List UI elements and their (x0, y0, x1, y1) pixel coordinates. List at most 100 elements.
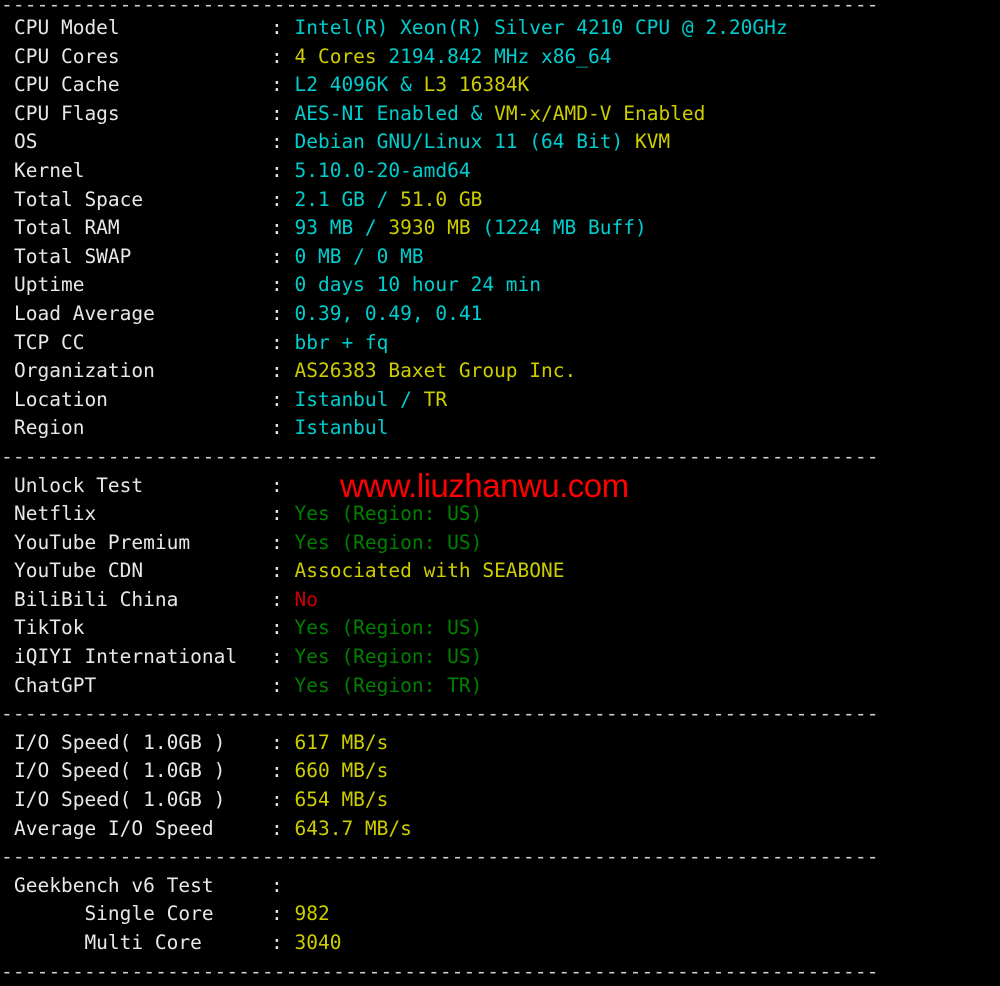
separator-after-unlock-test: ----------------------------------------… (0, 700, 1000, 729)
info-row-colon: : (271, 73, 294, 96)
info-row-label: Kernel (14, 157, 271, 186)
info-row-value: 0 MB / 0 MB (294, 245, 423, 268)
info-row-colon: : (271, 788, 294, 811)
info-row-colon: : (271, 273, 294, 296)
info-row-label: I/O Speed( 1.0GB ) (14, 729, 271, 758)
separator-bottom: ----------------------------------------… (0, 958, 1000, 986)
info-row: BiliBili China: No (0, 586, 1000, 615)
info-row: Geekbench v6 Test: (0, 872, 1000, 901)
info-row-colon: : (271, 102, 294, 125)
info-row-colon: : (271, 616, 294, 639)
info-row: iQIYI International: Yes (Region: US) (0, 643, 1000, 672)
info-row-colon: : (271, 302, 294, 325)
info-row: Total SWAP: 0 MB / 0 MB (0, 243, 1000, 272)
info-row: TikTok: Yes (Region: US) (0, 614, 1000, 643)
info-row: Organization: AS26383 Baxet Group Inc. (0, 357, 1000, 386)
io-test-rows: I/O Speed( 1.0GB ): 617 MB/sI/O Speed( 1… (0, 729, 1000, 843)
info-row-colon: : (271, 502, 294, 525)
info-row-value: Yes (Region: US) (294, 531, 482, 554)
unlock-test-rows: Unlock Test: Netflix: Yes (Region: US)Yo… (0, 472, 1000, 701)
geekbench-section: Geekbench v6 Test: Single Core: 982 Mult… (0, 872, 1000, 958)
info-row-colon: : (271, 817, 294, 840)
info-row-colon: : (271, 188, 294, 211)
info-row-label: TikTok (14, 614, 271, 643)
info-row-colon: : (271, 531, 294, 554)
unlock-test-section: www.liuzhanwu.com Unlock Test: Netflix: … (0, 472, 1000, 701)
info-row: CPU Cache: L2 4096K & L3 16384K (0, 71, 1000, 100)
info-row-value: 660 MB/s (294, 759, 388, 782)
info-row-colon: : (271, 674, 294, 697)
info-row: Region: Istanbul (0, 414, 1000, 443)
info-row-colon: : (271, 559, 294, 582)
info-row-colon: : (271, 331, 294, 354)
info-row-label: Total SWAP (14, 243, 271, 272)
info-row-value: TR (424, 388, 447, 411)
geekbench-rows: Geekbench v6 Test: Single Core: 982 Mult… (0, 872, 1000, 958)
info-row-colon: : (271, 931, 294, 954)
info-row-value: No (294, 588, 317, 611)
info-row-label: Organization (14, 357, 271, 386)
info-row-label: Unlock Test (14, 472, 271, 501)
info-row-label: CPU Model (14, 14, 271, 43)
info-row-value: 2.1 GB / (294, 188, 400, 211)
info-row-label: I/O Speed( 1.0GB ) (14, 757, 271, 786)
info-row-colon: : (271, 130, 294, 153)
info-row-value: 617 MB/s (294, 731, 388, 754)
info-row-label: Region (14, 414, 271, 443)
terminal-screen: ----------------------------------------… (0, 0, 1000, 974)
info-row-value: 654 MB/s (294, 788, 388, 811)
info-row: I/O Speed( 1.0GB ): 617 MB/s (0, 729, 1000, 758)
info-row-value: L3 16384K (424, 73, 530, 96)
info-row-colon: : (271, 245, 294, 268)
info-row-label: Average I/O Speed (14, 815, 271, 844)
info-row: CPU Flags: AES-NI Enabled & VM-x/AMD-V E… (0, 100, 1000, 129)
info-row: YouTube Premium: Yes (Region: US) (0, 529, 1000, 558)
info-row: Average I/O Speed: 643.7 MB/s (0, 815, 1000, 844)
info-row-label: Netflix (14, 500, 271, 529)
info-row-label: YouTube CDN (14, 557, 271, 586)
info-row-value: (1224 MB Buff) (482, 216, 646, 239)
info-row-colon: : (271, 416, 294, 439)
info-row-label: I/O Speed( 1.0GB ) (14, 786, 271, 815)
info-row-label: Uptime (14, 271, 271, 300)
info-row-label: ChatGPT (14, 672, 271, 701)
info-row-label: CPU Cache (14, 71, 271, 100)
info-row: TCP CC: bbr + fq (0, 329, 1000, 358)
info-row-label: CPU Flags (14, 100, 271, 129)
info-row-value: 3040 (294, 931, 341, 954)
info-row: Kernel: 5.10.0-20-amd64 (0, 157, 1000, 186)
info-row-value: Yes (Region: TR) (294, 674, 482, 697)
info-row-value: 0.39, 0.49, 0.41 (294, 302, 482, 325)
info-row-label: Location (14, 386, 271, 415)
info-row-colon: : (271, 216, 294, 239)
info-row-value: & (471, 102, 494, 125)
info-row-value: 5.10.0-20-amd64 (294, 159, 470, 182)
io-test-section: I/O Speed( 1.0GB ): 617 MB/sI/O Speed( 1… (0, 729, 1000, 843)
info-row-label: OS (14, 128, 271, 157)
info-row-value: AES-NI Enabled (294, 102, 470, 125)
info-row-value: Debian GNU/Linux 11 (64 Bit) (294, 130, 634, 153)
info-row: OS: Debian GNU/Linux 11 (64 Bit) KVM (0, 128, 1000, 157)
separator-after-io-test: ----------------------------------------… (0, 843, 1000, 872)
info-row-colon: : (271, 45, 294, 68)
info-row-colon: : (271, 359, 294, 382)
info-row-value: Yes (Region: US) (294, 616, 482, 639)
info-row-label: Load Average (14, 300, 271, 329)
system-info-section: CPU Model: Intel(R) Xeon(R) Silver 4210 … (0, 14, 1000, 443)
info-row-value: 982 (294, 902, 329, 925)
info-row-label: Total Space (14, 186, 271, 215)
info-row-value: 0 days 10 hour 24 min (294, 273, 541, 296)
info-row: YouTube CDN: Associated with SEABONE (0, 557, 1000, 586)
info-row: CPU Cores: 4 Cores 2194.842 MHz x86_64 (0, 43, 1000, 72)
info-row-colon: : (271, 159, 294, 182)
info-row-value: Yes (Region: US) (294, 645, 482, 668)
info-row-label: CPU Cores (14, 43, 271, 72)
info-row: Total Space: 2.1 GB / 51.0 GB (0, 186, 1000, 215)
info-row: I/O Speed( 1.0GB ): 654 MB/s (0, 786, 1000, 815)
info-row: Single Core: 982 (0, 900, 1000, 929)
info-row-colon: : (271, 645, 294, 668)
info-row-colon: : (271, 731, 294, 754)
info-row-value: VM-x/AMD-V Enabled (494, 102, 705, 125)
info-row-value: 4 Cores (294, 45, 388, 68)
info-row-label: BiliBili China (14, 586, 271, 615)
